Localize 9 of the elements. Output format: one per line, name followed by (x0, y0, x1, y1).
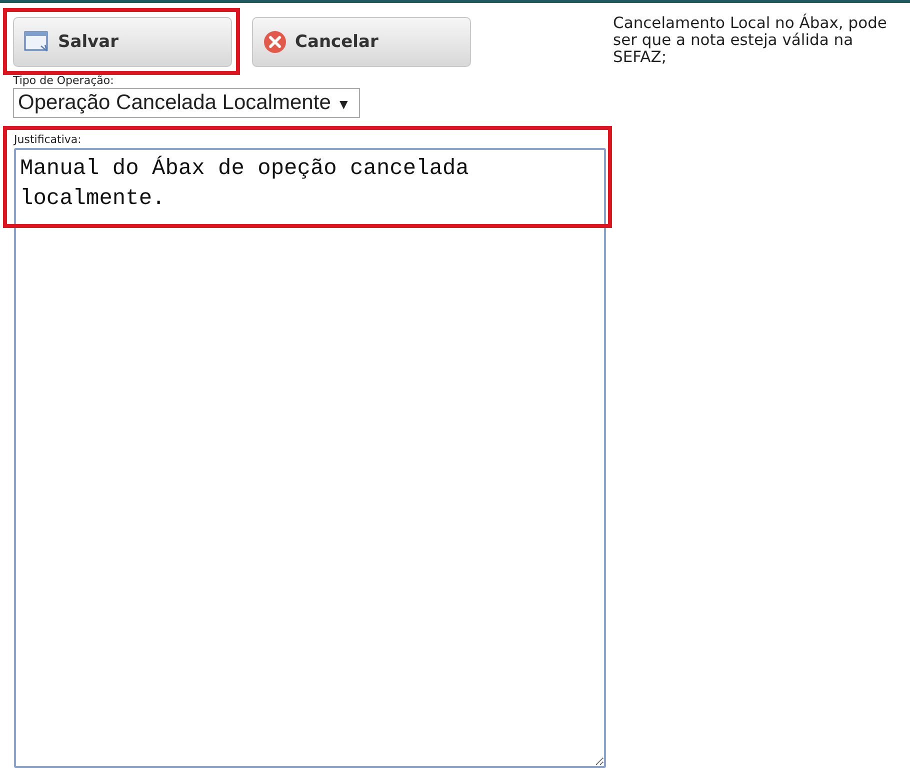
operation-type-select[interactable]: Operação Cancelada Localmente ▼ (13, 88, 360, 118)
info-note: Cancelamento Local no Ábax, pode ser que a nota esteja válida na SEFAZ; (613, 15, 888, 68)
cancel-button[interactable]: Cancelar (252, 17, 471, 67)
close-icon (263, 30, 287, 54)
operation-type-label: Tipo de Operação: (13, 74, 114, 87)
save-button[interactable]: Salvar (13, 17, 232, 67)
window-icon (24, 31, 50, 53)
justification-field[interactable]: Manual do Ábax de opeção cancelada localmente. (14, 148, 606, 768)
justification-label: Justificativa: (14, 133, 82, 146)
